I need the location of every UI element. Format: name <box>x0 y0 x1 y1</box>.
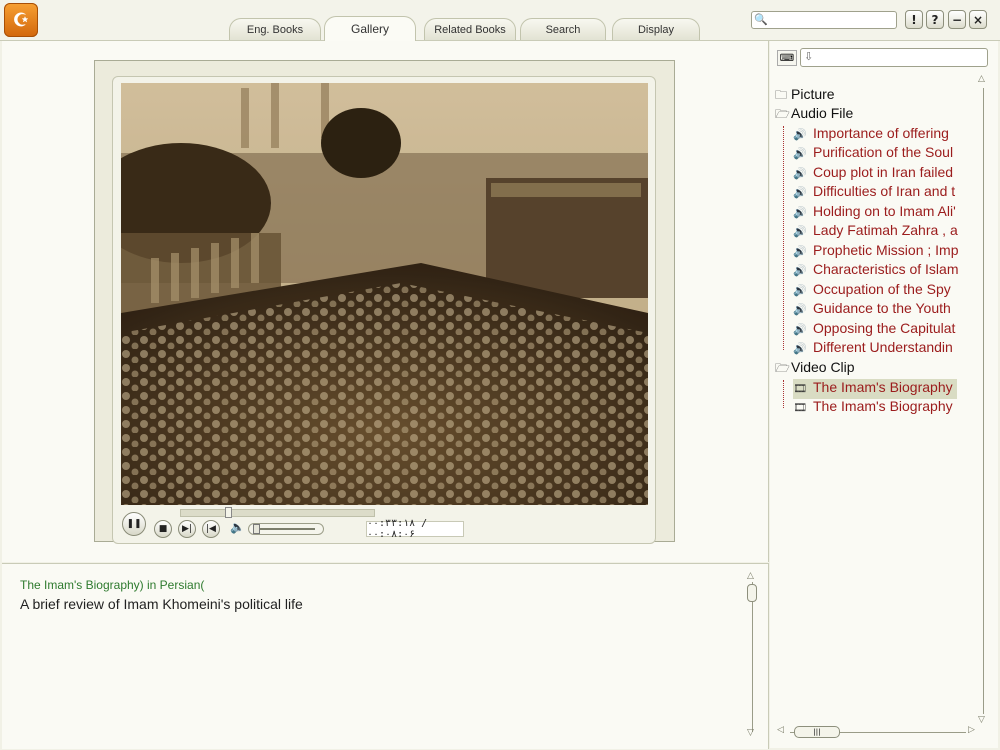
tree-item-label: The Imam's Biography <box>813 398 953 414</box>
tab-search[interactable]: Search <box>520 18 606 40</box>
tree-connector <box>783 126 784 350</box>
media-title: The Imam's Biography) in Persian( <box>20 578 205 592</box>
tree-scroll-up-icon[interactable]: △ <box>978 74 985 84</box>
film-icon: 🎞 <box>793 402 807 414</box>
speaker-icon: 🔊 <box>793 265 807 277</box>
tree-item-label: Occupation of the Spy <box>813 281 951 297</box>
gallery-tree: 🗀 Picture 🗁Audio File 🔊 Importance of offe… <box>773 84 971 414</box>
speaker-icon: 🔊 <box>793 343 807 355</box>
search-input[interactable] <box>770 12 892 28</box>
tree-audio-item[interactable]: 🔊 Prophetic Mission ; Imp <box>793 242 959 262</box>
close-button[interactable]: × <box>969 10 987 29</box>
tree-folder-label: Audio File <box>791 105 854 121</box>
tree-scroll-right-icon[interactable]: ▷ <box>968 725 975 735</box>
tree-audio-item[interactable]: 🔊 Coup plot in Iran failed <box>793 164 953 184</box>
tree-item-label: The Imam's Biography <box>813 379 953 395</box>
keyboard-button[interactable]: ⌨ <box>777 50 797 66</box>
speaker-icon: 🔊 <box>793 207 807 219</box>
tree-video-item-selected[interactable]: 🎞 The Imam's Biography <box>793 379 957 399</box>
tree-item-label: Importance of offering <box>813 125 949 141</box>
tree-item-label: Prophetic Mission ; Imp <box>813 242 959 258</box>
tree-audio-item[interactable]: 🔊 Importance of offering <box>793 125 949 145</box>
tree-item-label: Difficulties of Iran and t <box>813 183 956 199</box>
volume-icon[interactable]: 🔈 <box>230 520 245 534</box>
speaker-icon: 🔊 <box>793 168 807 180</box>
previous-button[interactable]: |◀ <box>202 520 220 538</box>
desc-scrollbar-track[interactable] <box>752 582 753 732</box>
tree-folder-picture[interactable]: 🗀 Picture <box>775 86 835 106</box>
volume-track-line <box>255 528 315 530</box>
search-field[interactable]: 🔍 <box>751 11 897 29</box>
speaker-icon: 🔊 <box>793 285 807 297</box>
stop-button[interactable]: ■ <box>154 520 172 538</box>
tree-hscroll-thumb[interactable]: ||| <box>794 726 840 738</box>
video-display[interactable] <box>121 83 648 505</box>
folder-icon: 🗀 <box>775 88 788 102</box>
pause-button[interactable]: ❚❚ <box>122 512 146 536</box>
tab-display[interactable]: Display <box>612 18 700 40</box>
media-description: A brief review of Imam Khomeini's politi… <box>20 596 303 612</box>
tree-item-label: Purification of the Soul <box>813 144 954 160</box>
tree-item-label: Lady Fatimah Zahra , a <box>813 222 958 238</box>
tree-folder-video[interactable]: 🗁Video Clip <box>775 359 855 379</box>
tree-scroll-left-icon[interactable]: ◁ <box>777 725 784 735</box>
tree-item-label: Guidance to the Youth <box>813 300 951 316</box>
tree-audio-item[interactable]: 🔊 Purification of the Soul <box>793 144 953 164</box>
warning-button[interactable]: ! <box>905 10 923 29</box>
tree-folder-audio[interactable]: 🗁Audio File <box>775 105 853 125</box>
time-readout: ۰۰:۳۳:۱۸ / ۰۰:۰۸:۰۶ <box>366 518 464 540</box>
tree-item-label: Opposing the Capitulat <box>813 320 956 336</box>
minimize-button[interactable]: − <box>948 10 966 29</box>
tree-audio-item[interactable]: 🔊 Lady Fatimah Zahra , a <box>793 222 958 242</box>
search-icon: 🔍 <box>754 13 768 26</box>
film-icon: 🎞 <box>793 383 807 395</box>
tree-audio-item[interactable]: 🔊 Guidance to the Youth <box>793 300 951 320</box>
filter-input[interactable] <box>817 49 985 66</box>
tree-folder-label: Picture <box>791 86 835 102</box>
tree-audio-item[interactable]: 🔊 Holding on to Imam Ali' <box>793 203 956 223</box>
speaker-icon: 🔊 <box>793 129 807 141</box>
speaker-icon: 🔊 <box>793 304 807 316</box>
tree-folder-label: Video Clip <box>791 359 855 375</box>
speaker-icon: 🔊 <box>793 187 807 199</box>
seek-handle[interactable] <box>225 507 232 518</box>
tree-item-label: Holding on to Imam Ali' <box>813 203 956 219</box>
seek-bar[interactable] <box>180 509 375 517</box>
tree-audio-item[interactable]: 🔊 Occupation of the Spy <box>793 281 951 301</box>
tree-audio-item[interactable]: 🔊 Difficulties of Iran and t <box>793 183 955 203</box>
tab-gallery[interactable]: Gallery <box>324 16 416 41</box>
filter-field[interactable]: ⇩ <box>800 48 988 67</box>
speaker-icon: 🔊 <box>793 148 807 160</box>
desc-scroll-up-icon[interactable]: △ <box>747 571 754 581</box>
tree-audio-item[interactable]: 🔊 Opposing the Capitulat <box>793 320 955 340</box>
video-frame-image <box>121 83 648 505</box>
next-button[interactable]: ▶| <box>178 520 196 538</box>
speaker-icon: 🔊 <box>793 246 807 258</box>
tree-connector <box>783 380 784 408</box>
tree-item-label: Different Understandin <box>813 339 953 355</box>
desc-scroll-down-icon[interactable]: ▽ <box>747 728 754 738</box>
tree-audio-item[interactable]: 🔊 Different Understandin <box>793 339 953 359</box>
tree-scroll-down-icon[interactable]: ▽ <box>978 715 985 725</box>
volume-handle[interactable] <box>253 524 260 534</box>
app-logo[interactable]: ☪ <box>4 3 38 37</box>
folder-open-icon: 🗁 <box>775 361 790 375</box>
desc-scrollbar-thumb[interactable] <box>747 584 757 602</box>
speaker-icon: 🔊 <box>793 324 807 336</box>
folder-open-icon: 🗁 <box>775 107 790 121</box>
tab-related-books[interactable]: Related Books <box>424 18 516 40</box>
speaker-icon: 🔊 <box>793 226 807 238</box>
tab-eng-books[interactable]: Eng. Books <box>229 18 321 40</box>
tree-item-label: Characteristics of Islam <box>813 261 959 277</box>
keyboard-icon: ⌨ <box>779 52 795 64</box>
tree-audio-item[interactable]: 🔊 Characteristics of Islam <box>793 261 958 281</box>
tree-vscroll-track[interactable] <box>983 88 984 714</box>
tree-video-item[interactable]: 🎞 The Imam's Biography <box>793 398 953 414</box>
help-button[interactable]: ? <box>926 10 944 29</box>
down-arrow-icon: ⇩ <box>804 50 814 63</box>
tree-item-label: Coup plot in Iran failed <box>813 164 954 180</box>
